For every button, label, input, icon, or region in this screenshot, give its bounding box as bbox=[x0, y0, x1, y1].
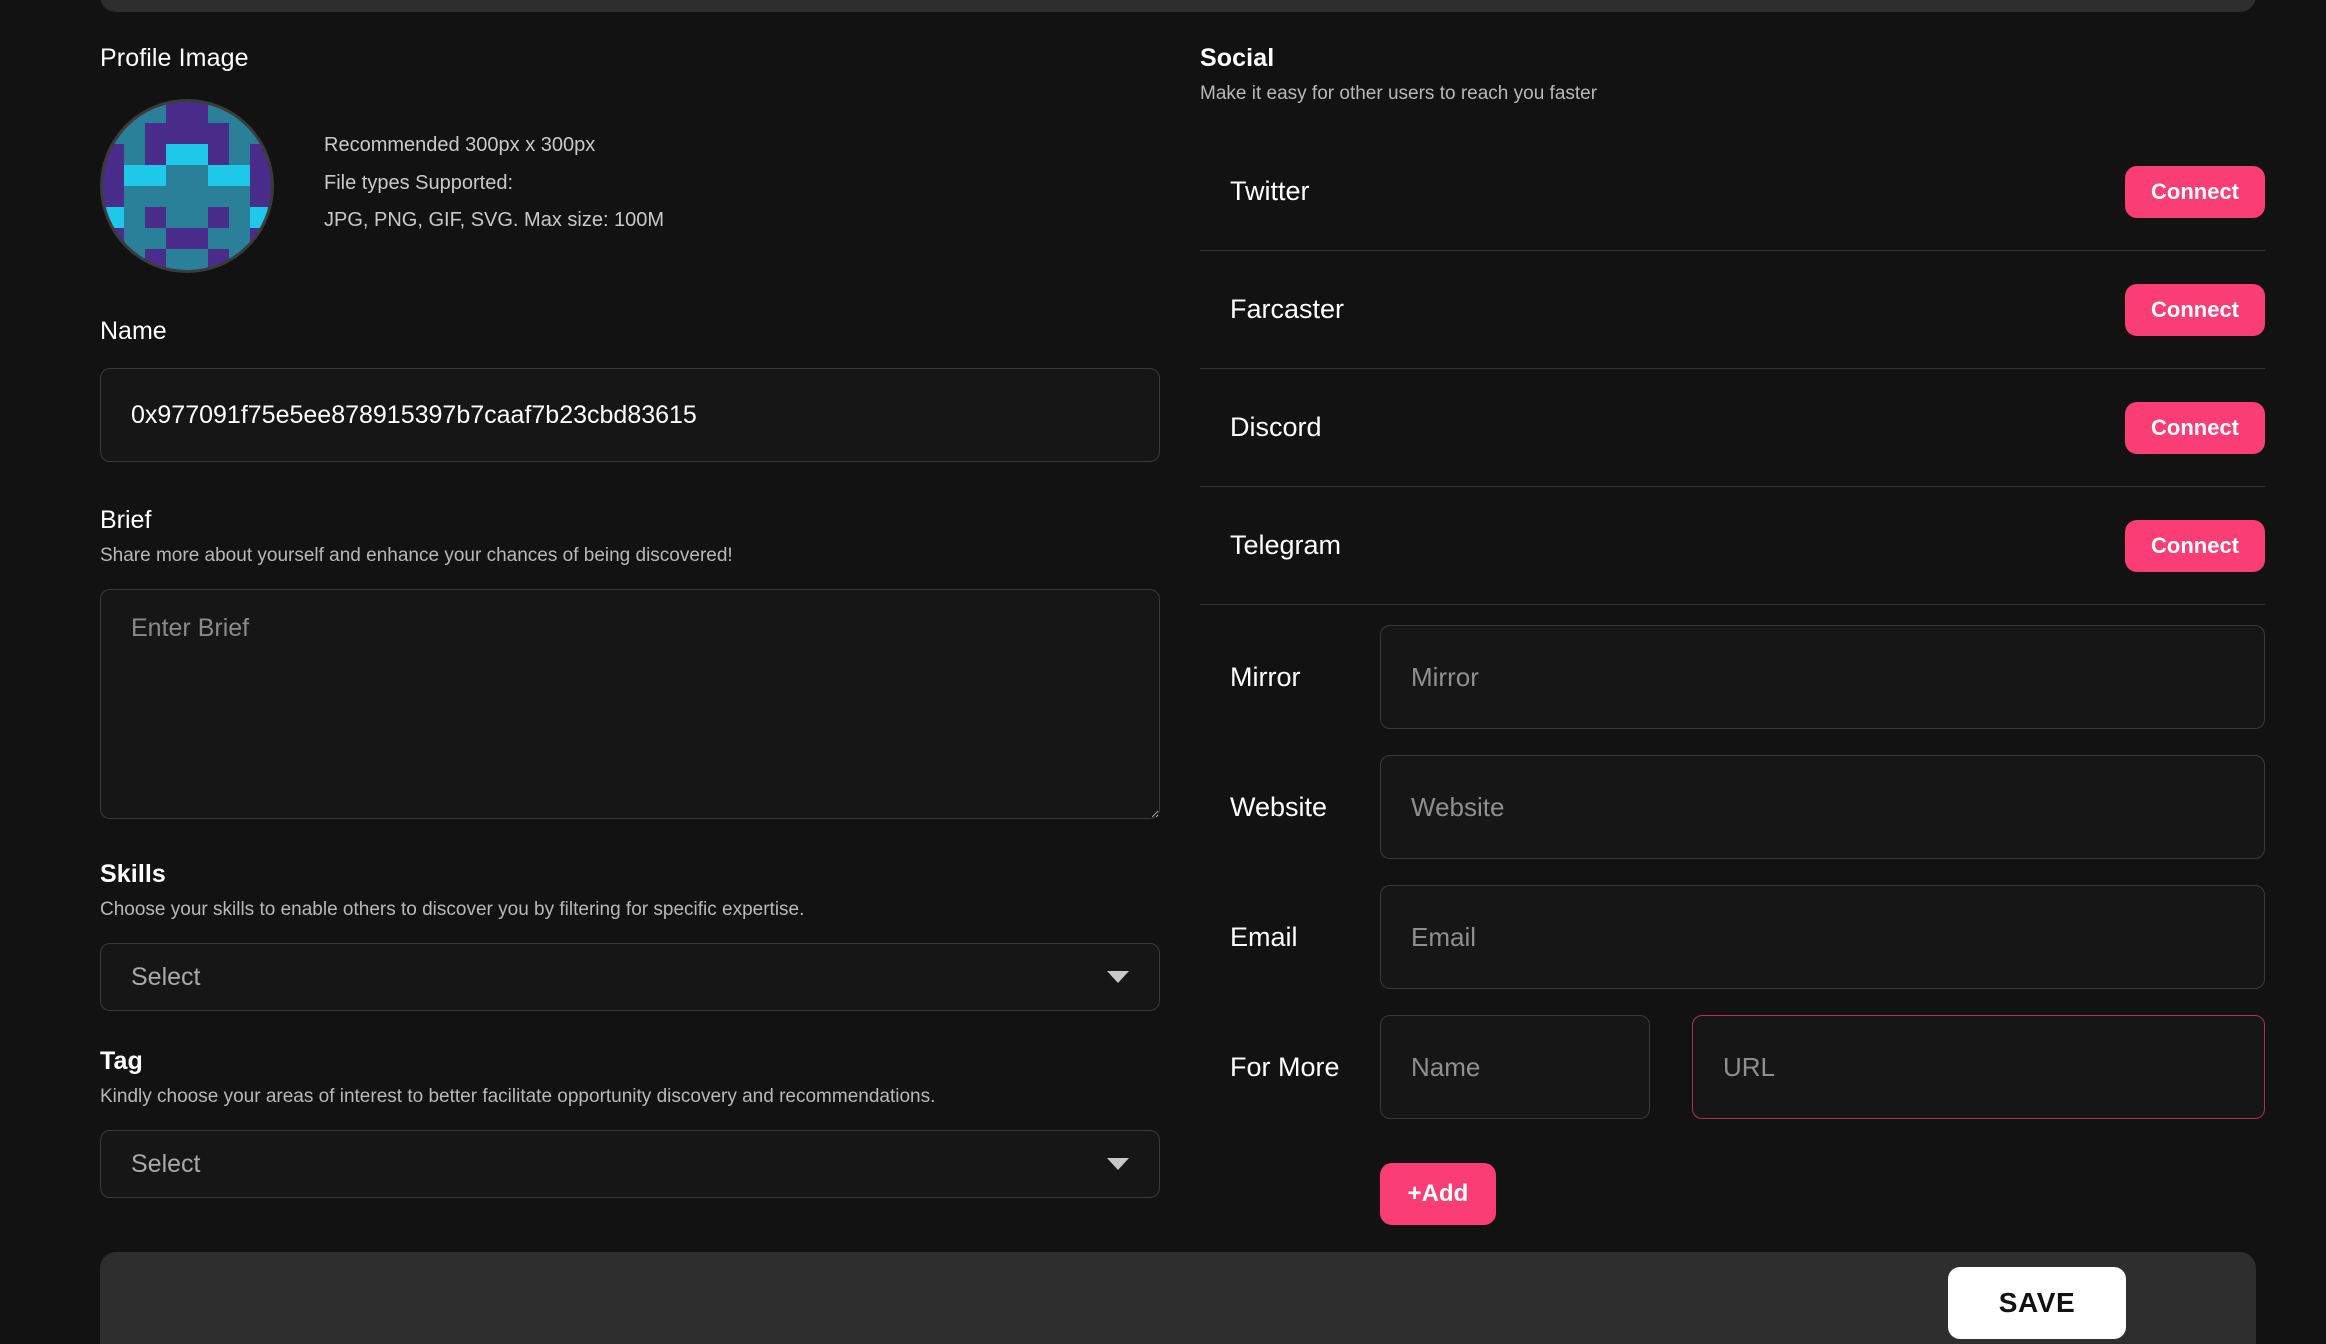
brief-section: Brief Share more about yourself and enha… bbox=[100, 506, 1160, 824]
blockie-avatar-icon bbox=[103, 102, 271, 270]
link-row-for-more: For More bbox=[1200, 1009, 2265, 1125]
profile-image-section: Profile Image Recommended 300px x 300px … bbox=[100, 44, 1160, 273]
link-label: Website bbox=[1230, 791, 1328, 822]
social-account-name: Discord bbox=[1230, 412, 1322, 442]
profile-image-hint: Recommended 300px x 300px File types Sup… bbox=[324, 134, 665, 232]
connect-button[interactable]: Connect bbox=[2125, 401, 2265, 454]
for-more-fields bbox=[1380, 1015, 2265, 1119]
social-title: Social bbox=[1200, 44, 1275, 72]
social-row: Discord Connect bbox=[1200, 369, 2265, 487]
name-label: Name bbox=[100, 317, 167, 345]
bottom-action-bar: SAVE bbox=[100, 1252, 2256, 1344]
chevron-down-icon bbox=[1107, 971, 1129, 983]
name-input[interactable] bbox=[100, 368, 1160, 462]
social-account-name: Telegram bbox=[1230, 530, 1342, 560]
for-more-url-input[interactable] bbox=[1692, 1015, 2265, 1119]
tag-section: Tag Kindly choose your areas of interest… bbox=[100, 1047, 1160, 1198]
skills-label: Skills bbox=[100, 860, 166, 888]
profile-settings-page: Profile Image Recommended 300px x 300px … bbox=[0, 0, 2326, 1344]
brief-label: Brief bbox=[100, 506, 152, 534]
right-column: Social Make it easy for other users to r… bbox=[1200, 44, 2265, 1225]
social-row: Farcaster Connect bbox=[1200, 251, 2265, 369]
link-label: Email bbox=[1230, 921, 1298, 952]
name-section: Name bbox=[100, 317, 1160, 462]
social-account-name: Farcaster bbox=[1230, 294, 1345, 324]
social-row: Telegram Connect bbox=[1200, 487, 2265, 605]
add-row: +Add bbox=[1200, 1163, 2265, 1225]
email-input[interactable] bbox=[1380, 885, 2265, 989]
skills-description: Choose your skills to enable others to d… bbox=[100, 899, 805, 920]
connect-button[interactable]: Connect bbox=[2125, 283, 2265, 336]
for-more-name-input[interactable] bbox=[1380, 1015, 1650, 1119]
tag-label: Tag bbox=[100, 1047, 143, 1075]
link-row-email: Email bbox=[1200, 879, 2265, 995]
social-accounts-list: Twitter Connect Farcaster Connect Discor… bbox=[1200, 133, 2265, 605]
link-label: Mirror bbox=[1230, 661, 1301, 692]
social-links-list: Mirror Website Email For More +Add bbox=[1200, 619, 2265, 1225]
connect-button[interactable]: Connect bbox=[2125, 519, 2265, 572]
add-button[interactable]: +Add bbox=[1380, 1163, 1496, 1225]
social-account-name: Twitter bbox=[1230, 176, 1310, 206]
save-button[interactable]: SAVE bbox=[1948, 1267, 2126, 1339]
skills-section: Skills Choose your skills to enable othe… bbox=[100, 860, 1160, 1011]
left-column: Profile Image Recommended 300px x 300px … bbox=[100, 44, 1160, 1198]
mirror-input[interactable] bbox=[1380, 625, 2265, 729]
avatar[interactable] bbox=[100, 99, 274, 273]
tag-select[interactable]: Select bbox=[100, 1130, 1160, 1198]
social-row: Twitter Connect bbox=[1200, 133, 2265, 251]
chevron-down-icon bbox=[1107, 1158, 1129, 1170]
link-row-website: Website bbox=[1200, 749, 2265, 865]
tag-description: Kindly choose your areas of interest to … bbox=[100, 1086, 936, 1107]
website-input[interactable] bbox=[1380, 755, 2265, 859]
skills-select[interactable]: Select bbox=[100, 943, 1160, 1011]
link-row-mirror: Mirror bbox=[1200, 619, 2265, 735]
brief-description: Share more about yourself and enhance yo… bbox=[100, 545, 733, 566]
for-more-label: For More bbox=[1230, 1051, 1340, 1082]
profile-image-row: Recommended 300px x 300px File types Sup… bbox=[100, 99, 1160, 273]
brief-textarea[interactable] bbox=[100, 589, 1160, 819]
tag-select-value: Select bbox=[131, 1149, 201, 1178]
social-description: Make it easy for other users to reach yo… bbox=[1200, 83, 1598, 104]
skills-select-value: Select bbox=[131, 962, 201, 991]
connect-button[interactable]: Connect bbox=[2125, 165, 2265, 218]
profile-image-label: Profile Image bbox=[100, 44, 249, 72]
